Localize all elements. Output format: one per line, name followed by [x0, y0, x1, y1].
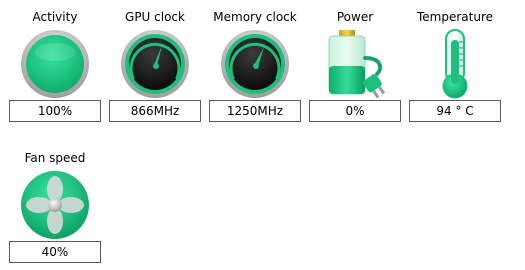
thermometer-icon: [419, 28, 491, 100]
temperature-label: Temperature: [416, 10, 493, 24]
battery-plug-icon: [319, 28, 391, 100]
gpu-clock-gauge-icon: [119, 28, 191, 100]
activity-label: Activity: [32, 10, 78, 24]
activity-tile: Activity 100%: [9, 0, 101, 122]
temperature-tile: Temperature 94 ° C: [409, 0, 501, 122]
activity-dial-icon: [19, 28, 91, 100]
gpu-clock-value: 866MHz: [109, 100, 201, 122]
memory-clock-gauge-icon: [219, 28, 291, 100]
temperature-value: 94 ° C: [409, 100, 501, 122]
fan-icon: [19, 169, 91, 241]
power-value: 0%: [309, 100, 401, 122]
power-tile: Power 0%: [309, 0, 401, 122]
fan-speed-label: Fan speed: [24, 151, 86, 165]
activity-value: 100%: [9, 100, 101, 122]
power-label: Power: [336, 10, 374, 24]
fan-speed-value: 40%: [9, 241, 101, 263]
gpu-monitor-panel: Activity 100% GPU clock 866MHz Memory cl…: [0, 0, 525, 270]
gpu-clock-label: GPU clock: [125, 10, 185, 24]
gpu-clock-tile: GPU clock 866MHz: [109, 0, 201, 122]
fan-speed-tile: Fan speed 40%: [9, 141, 101, 263]
memory-clock-tile: Memory clock 1250MHz: [209, 0, 301, 122]
memory-clock-label: Memory clock: [213, 10, 297, 24]
memory-clock-value: 1250MHz: [209, 100, 301, 122]
